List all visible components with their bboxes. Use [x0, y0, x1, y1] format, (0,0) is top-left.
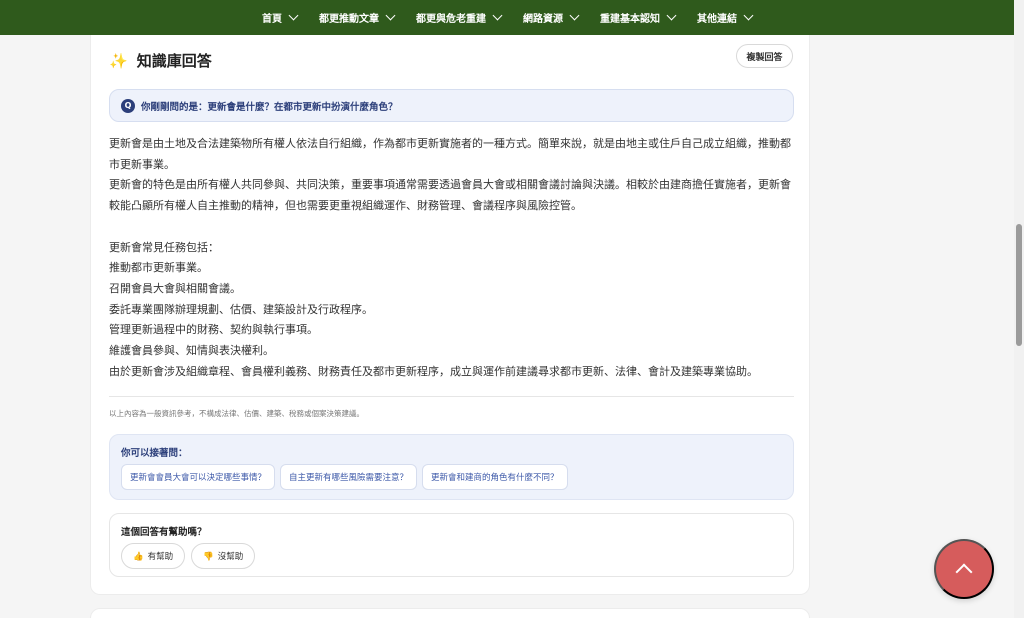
feedback-title: 這個回答有幫助嗎？	[121, 527, 207, 538]
nav-item-renewal[interactable]: 都更與危老重建	[405, 0, 512, 35]
answer-paragraph: 更新會是由土地及合法建築物所有權人依法自行組織，作為都市更新實施者的一種方式。簡…	[109, 137, 791, 171]
question-box: Q 你剛剛問的是：更新會是什麼？在都市更新中扮演什麼角色？	[109, 89, 794, 122]
answer-header: ✨ 知識庫回答	[109, 50, 212, 71]
nav-item-resources[interactable]: 網路資源	[512, 0, 589, 35]
followup-title: 你可以接著問：	[121, 448, 188, 459]
task-item: 管理更新過程中的財務、契約與執行事項。	[109, 323, 318, 337]
nav-item-label: 都更與危老重建	[416, 14, 486, 25]
chevron-down-icon	[666, 10, 677, 21]
followup-panel: 你可以接著問： 更新會會員大會可以決定哪些事情？ 自主更新有哪些風險需要注意？ …	[109, 434, 794, 500]
chevron-down-icon	[492, 10, 503, 21]
chevron-down-icon	[385, 10, 396, 21]
answer-note: 由於更新會涉及組織章程、會員權利義務、財務責任及都市更新程序，成立與運作前建議尋…	[109, 364, 758, 378]
nav-item-home[interactable]: 首頁	[251, 0, 308, 35]
back-to-top-button[interactable]	[934, 539, 994, 599]
question-text: 你剛剛問的是：更新會是什麼？在都市更新中扮演什麼角色？	[141, 101, 398, 113]
chevron-down-icon	[288, 10, 299, 21]
sparkle-icon: ✨	[109, 51, 128, 70]
nav-item-label: 重建基本認知	[600, 14, 660, 25]
task-item: 推動都市更新事業。	[109, 261, 208, 275]
nav-item-label: 網路資源	[523, 14, 563, 25]
answer-body: 更新會是由土地及合法建築物所有權人依法自行組織，作為都市更新實施者的一種方式。簡…	[109, 134, 799, 382]
feedback-panel: 這個回答有幫助嗎？ 👍 有幫助 👎 沒幫助	[109, 513, 794, 577]
disclaimer: 以上內容為一般資訊參考，不構成法律、估價、建築、稅務或個案決策建議。	[109, 409, 364, 418]
helpful-button[interactable]: 👍 有幫助	[121, 543, 186, 569]
nav-item-articles[interactable]: 都更推動文章	[308, 0, 405, 35]
answer-card: ✨ 知識庫回答 複製回答 Q 你剛剛問的是：更新會是什麼？在都市更新中扮演什麼角…	[90, 35, 810, 595]
answer-paragraph: 更新會的特色是由所有權人共同參與、共同決策，重要事項通常需要透過會員大會或相關會…	[109, 178, 791, 213]
thumbs-down-icon: 👎	[203, 550, 214, 561]
chevron-down-icon	[569, 10, 580, 21]
task-item: 召開會員大會與相關會議。	[109, 281, 241, 295]
page-content: ✨ 知識庫回答 複製回答 Q 你剛剛問的是：更新會是什麼？在都市更新中扮演什麼角…	[0, 35, 1014, 618]
nav-item-label: 首頁	[262, 14, 282, 25]
chevron-down-icon	[743, 10, 754, 21]
tasks-intro: 更新會常見任務包括：	[109, 240, 219, 254]
helpful-label: 有幫助	[147, 551, 174, 561]
answer-title: 知識庫回答	[136, 52, 212, 70]
feedback-buttons: 👍 有幫助 👎 沒幫助	[121, 543, 256, 569]
not-helpful-button[interactable]: 👎 沒幫助	[191, 543, 256, 569]
followup-button[interactable]: 自主更新有哪些風險需要注意？	[280, 464, 418, 490]
task-item: 委託專業團隊辦理規劃、估價、建築設計及行政程序。	[109, 302, 373, 316]
task-item: 維護會員參與、知情與表決權利。	[109, 344, 274, 358]
followup-list: 更新會會員大會可以決定哪些事情？ 自主更新有哪些風險需要注意？ 更新會和建商的角…	[121, 464, 568, 490]
scrollbar-thumb[interactable]	[1016, 224, 1022, 346]
question-icon: Q	[121, 98, 135, 113]
copy-answer-button[interactable]: 複製回答	[736, 44, 793, 68]
nav-item-label: 都更推動文章	[319, 14, 379, 25]
nav-item-basics[interactable]: 重建基本認知	[589, 0, 686, 35]
followup-button[interactable]: 更新會和建商的角色有什麼不同？	[422, 464, 568, 490]
top-navigation: 首頁 都更推動文章 都更與危老重建 網路資源 重建基本認知 其他連結	[0, 0, 1014, 35]
chevron-up-icon	[955, 563, 973, 580]
nav-item-other-links[interactable]: 其他連結	[686, 0, 763, 35]
nav-item-label: 其他連結	[697, 14, 737, 25]
scrollbar[interactable]	[1014, 0, 1024, 618]
divider	[109, 396, 794, 397]
thumbs-up-icon: 👍	[133, 550, 144, 561]
followup-button[interactable]: 更新會會員大會可以決定哪些事情？	[121, 464, 276, 490]
not-helpful-label: 沒幫助	[217, 551, 244, 561]
next-card	[90, 608, 810, 618]
